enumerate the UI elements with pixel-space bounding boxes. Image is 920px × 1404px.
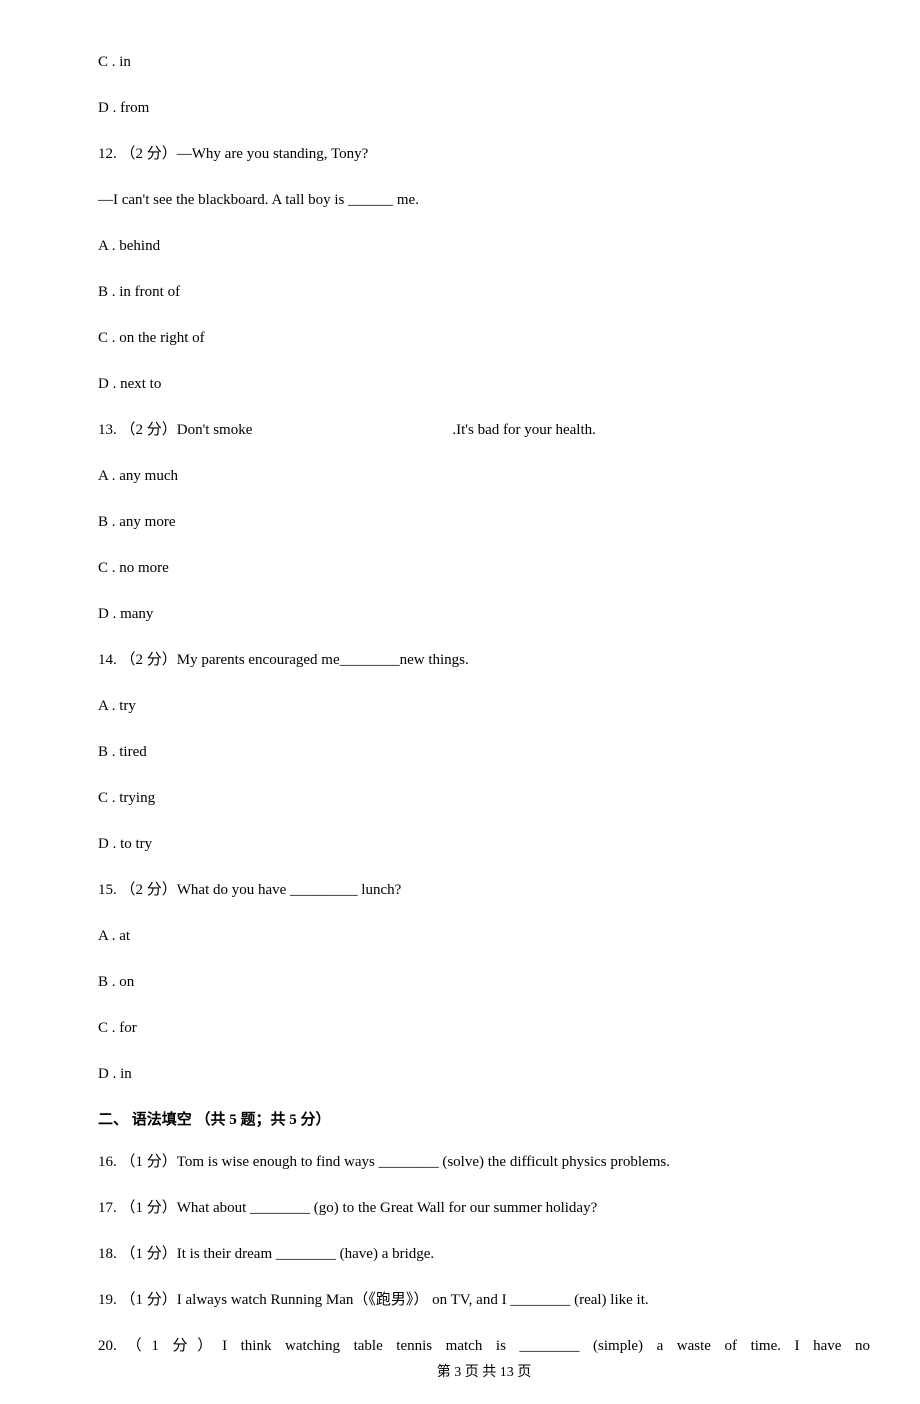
q14-option-b: B . tired	[98, 740, 870, 764]
q15-prompt: 15. （2 分）What do you have _________ lunc…	[98, 878, 870, 902]
q14-prompt: 14. （2 分）My parents encouraged me_______…	[98, 648, 870, 672]
q15-option-a: A . at	[98, 924, 870, 948]
q11-option-c: C . in	[98, 50, 870, 74]
q13-prompt: 13. （2 分）Don't smoke .It's bad for your h…	[98, 418, 870, 442]
q13-option-b: B . any more	[98, 510, 870, 534]
q13-prompt-post: .It's bad for your health.	[452, 422, 596, 438]
q15-option-c: C . for	[98, 1016, 870, 1040]
q14-option-d: D . to try	[98, 832, 870, 856]
page-footer: 第 3 页 共 13 页	[98, 1362, 870, 1384]
q13-option-c: C . no more	[98, 556, 870, 580]
q13-prompt-pre: 13. （2 分）Don't smoke	[98, 422, 252, 438]
q12-option-c: C . on the right of	[98, 326, 870, 350]
q20-text: 20.（1 分）I think watching table tennis ma…	[98, 1334, 870, 1358]
q14-option-c: C . trying	[98, 786, 870, 810]
q14-option-a: A . try	[98, 694, 870, 718]
q19-text: 19. （1 分）I always watch Running Man（《跑男》…	[98, 1288, 870, 1312]
q12-option-b: B . in front of	[98, 280, 870, 304]
q17-text: 17. （1 分）What about ________ (go) to the…	[98, 1196, 870, 1220]
section-2-header: 二、 语法填空 （共 5 题；共 5 分）	[98, 1108, 870, 1132]
q16-text: 16. （1 分）Tom is wise enough to find ways…	[98, 1150, 870, 1174]
q12-option-a: A . behind	[98, 234, 870, 258]
q11-option-d: D . from	[98, 96, 870, 120]
q15-option-b: B . on	[98, 970, 870, 994]
q12-prompt-line2: —I can't see the blackboard. A tall boy …	[98, 188, 870, 212]
exam-page: C . in D . from 12. （2 分）—Why are you st…	[0, 0, 920, 1404]
q12-option-d: D . next to	[98, 372, 870, 396]
q13-option-d: D . many	[98, 602, 870, 626]
q15-option-d: D . in	[98, 1062, 870, 1086]
q18-text: 18. （1 分）It is their dream ________ (hav…	[98, 1242, 870, 1266]
q12-prompt-line1: 12. （2 分）—Why are you standing, Tony?	[98, 142, 870, 166]
q13-option-a: A . any much	[98, 464, 870, 488]
